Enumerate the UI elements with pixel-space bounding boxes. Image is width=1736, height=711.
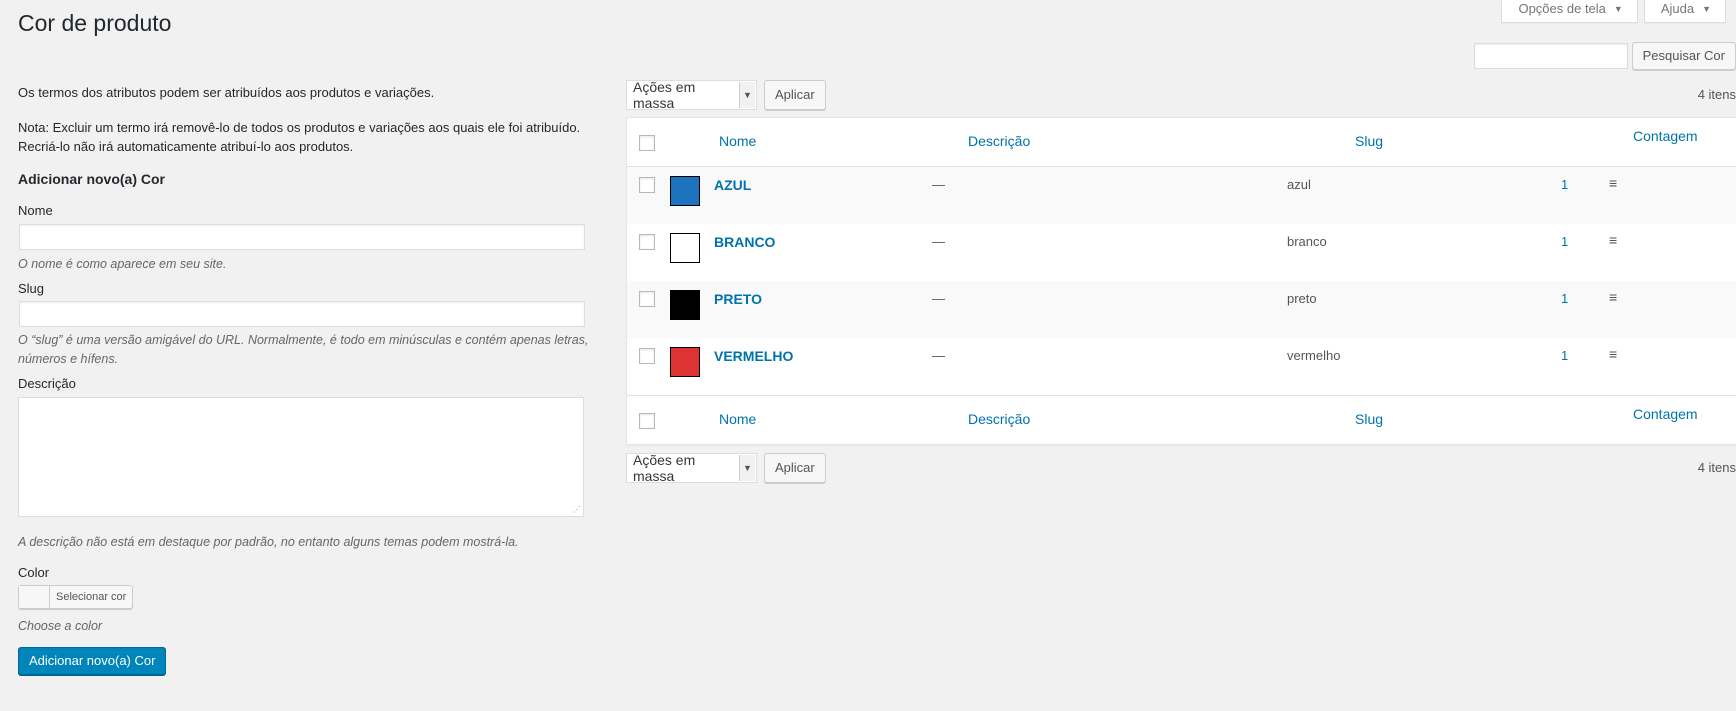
color-swatch	[670, 233, 700, 263]
screen-options-button[interactable]: Opções de tela ▼	[1501, 0, 1638, 23]
term-slug: preto	[1287, 291, 1317, 306]
help-button[interactable]: Ajuda ▼	[1643, 0, 1726, 23]
tablenav-top: Ações em massa ▼ Aplicar 4 itens	[626, 79, 1736, 112]
term-name-link[interactable]: PRETO	[714, 291, 762, 307]
description-field[interactable]: ⋰	[18, 397, 584, 517]
term-count-link[interactable]: 1	[1561, 177, 1568, 192]
search-input[interactable]	[1473, 43, 1628, 69]
description-help: A descrição não está em destaque por pad…	[18, 535, 519, 549]
table-footer: Nome Descrição Slug Contagem	[627, 395, 1736, 444]
name-help: O nome é como aparece em seu site.	[18, 257, 227, 271]
table-row: AZUL — azul 1 ≡	[627, 167, 1736, 224]
resize-grip-icon[interactable]: ⋰	[573, 506, 581, 514]
slug-label: Slug	[18, 281, 45, 296]
color-swatch	[670, 290, 700, 320]
help-label: Ajuda	[1660, 1, 1695, 16]
bulk-actions-select[interactable]: Ações em massa ▼	[626, 79, 757, 111]
chevron-down-icon: ▼	[739, 82, 755, 108]
term-description: —	[932, 177, 945, 192]
table-row: VERMELHO — vermelho 1 ≡	[627, 338, 1736, 395]
column-slug[interactable]: Slug	[1355, 133, 1383, 149]
description-label: Descrição	[18, 376, 76, 391]
bulk-actions-value: Ações em massa	[633, 452, 696, 484]
color-swatch	[670, 347, 700, 377]
column-slug-footer[interactable]: Slug	[1355, 411, 1383, 427]
name-field[interactable]	[19, 224, 585, 250]
column-name[interactable]: Nome	[719, 133, 756, 149]
row-checkbox[interactable]	[639, 348, 655, 364]
search-button[interactable]: Pesquisar Cor	[1631, 42, 1736, 70]
tablenav-bottom: Ações em massa ▼ Aplicar 4 itens	[626, 452, 1736, 485]
color-help: Choose a color	[18, 619, 103, 633]
select-all-checkbox-footer[interactable]	[639, 413, 655, 429]
color-preview-swatch	[19, 586, 50, 608]
term-slug: azul	[1287, 177, 1311, 192]
terms-table: Nome Descrição Slug Contagem AZUL — azul…	[626, 117, 1736, 445]
delete-note: Nota: Excluir um termo irá removê-lo de …	[18, 120, 581, 154]
table-body: AZUL — azul 1 ≡ BRANCO — branco 1 ≡ PRET…	[627, 167, 1736, 395]
term-count-link[interactable]: 1	[1561, 348, 1568, 363]
color-picker-button[interactable]: Selecionar cor	[18, 585, 134, 609]
select-all-checkbox[interactable]	[639, 135, 655, 151]
apply-button-bottom[interactable]: Aplicar	[764, 453, 826, 483]
row-checkbox[interactable]	[639, 291, 655, 307]
term-name-link[interactable]: VERMELHO	[714, 348, 793, 364]
table-header: Nome Descrição Slug Contagem	[627, 118, 1736, 167]
row-checkbox[interactable]	[639, 177, 655, 193]
table-row: PRETO — preto 1 ≡	[627, 281, 1736, 338]
term-count-link[interactable]: 1	[1561, 234, 1568, 249]
items-count-bottom: 4 itens	[1697, 460, 1736, 475]
term-description: —	[932, 348, 945, 363]
color-swatch	[670, 176, 700, 206]
apply-button[interactable]: Aplicar	[764, 80, 826, 110]
add-term-button[interactable]: Adicionar novo(a) Cor	[18, 647, 167, 675]
term-slug: branco	[1287, 234, 1327, 249]
chevron-down-icon: ▼	[739, 455, 755, 481]
drag-handle-icon[interactable]: ≡	[1609, 232, 1617, 248]
screen-meta-links: Opções de tela ▼ Ajuda ▼	[1501, 0, 1726, 23]
column-description-footer[interactable]: Descrição	[968, 411, 1030, 427]
column-count-footer[interactable]: Contagem	[1633, 406, 1698, 422]
items-count: 4 itens	[1697, 87, 1736, 102]
drag-handle-icon[interactable]: ≡	[1609, 346, 1617, 362]
caret-down-icon: ▼	[1702, 4, 1711, 14]
column-name-footer[interactable]: Nome	[719, 411, 756, 427]
term-count-link[interactable]: 1	[1561, 291, 1568, 306]
term-name-link[interactable]: BRANCO	[714, 234, 775, 250]
term-slug: vermelho	[1287, 348, 1341, 363]
drag-handle-icon[interactable]: ≡	[1609, 289, 1617, 305]
caret-down-icon: ▼	[1613, 4, 1623, 14]
term-description: —	[932, 291, 945, 306]
slug-field[interactable]	[19, 301, 585, 327]
color-picker-label: Selecionar cor	[56, 591, 127, 603]
term-description: —	[932, 234, 945, 249]
row-checkbox[interactable]	[639, 234, 655, 250]
slug-help: O “slug” é uma versão amigável do URL. N…	[18, 333, 589, 366]
name-label: Nome	[18, 203, 53, 218]
screen-options-label: Opções de tela	[1518, 1, 1606, 16]
column-count[interactable]: Contagem	[1633, 128, 1698, 144]
form-heading: Adicionar novo(a) Cor	[18, 171, 166, 187]
column-description[interactable]: Descrição	[968, 133, 1030, 149]
search-box: Pesquisar Cor	[1473, 42, 1736, 70]
page-title: Cor de produto	[18, 10, 172, 36]
bulk-actions-value: Ações em massa	[633, 79, 696, 111]
table-row: BRANCO — branco 1 ≡	[627, 224, 1736, 281]
drag-handle-icon[interactable]: ≡	[1609, 175, 1617, 191]
color-label: Color	[18, 565, 50, 580]
term-name-link[interactable]: AZUL	[714, 177, 751, 193]
bulk-actions-select-bottom[interactable]: Ações em massa ▼	[626, 452, 757, 484]
intro-text: Os termos dos atributos podem ser atribu…	[18, 85, 435, 100]
